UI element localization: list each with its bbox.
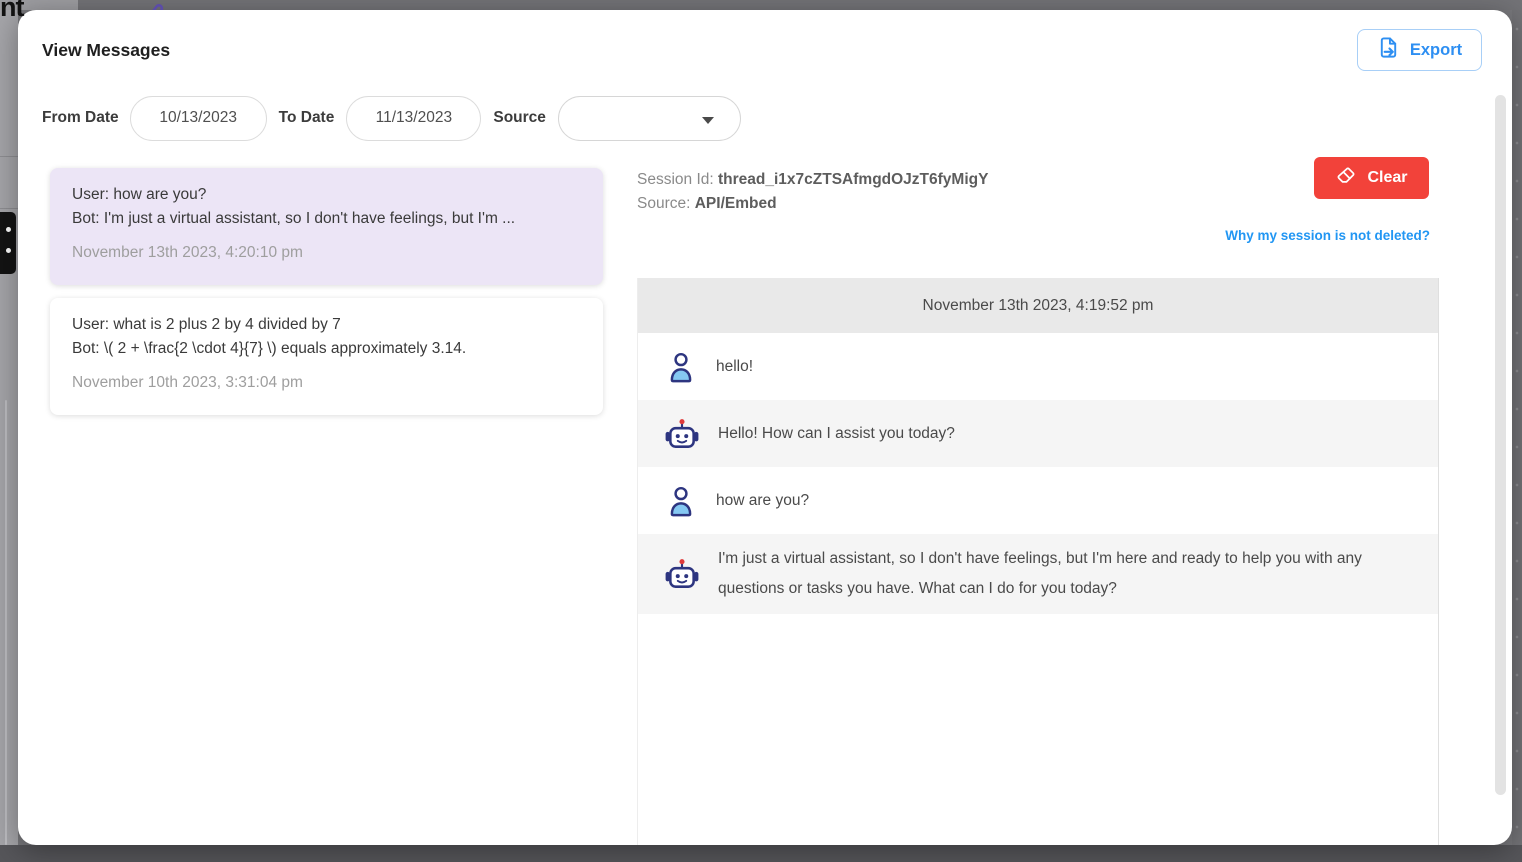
chat-transcript: November 13th 2023, 4:19:52 pm hello! [637,278,1439,845]
background-divider [0,208,18,209]
clear-button[interactable]: Clear [1314,157,1429,199]
background-bottom-strip [0,845,1522,862]
session-id-label: Session Id: [637,171,714,188]
background-divider [0,156,18,157]
background-left-strip [0,10,18,845]
conversation-list: User: how are you? Bot: I'm just a virtu… [50,168,603,428]
chat-message-user: how are you? [638,467,1438,534]
source-label: Source [493,109,546,127]
chevron-down-icon [702,117,714,124]
session-not-deleted-link[interactable]: Why my session is not deleted? [637,228,1430,243]
background-top-strip [78,0,1522,10]
to-date-label: To Date [279,109,335,127]
background-right-strip [1512,10,1522,845]
chat-message-text: I'm just a virtual assistant, so I don't… [718,544,1412,604]
session-info: Session Id: thread_i1x7cZTSAfmgdOJzT6fyM… [637,168,988,216]
background-app-icon [0,212,16,274]
to-date-input[interactable] [346,96,481,141]
conversation-list-item[interactable]: User: how are you? Bot: I'm just a virtu… [50,168,603,285]
background-panel-border [5,400,7,845]
chat-message-bot: I'm just a virtual assistant, so I don't… [638,534,1438,614]
bot-avatar-icon [664,557,700,591]
chat-message-user: hello! [638,333,1438,400]
modal-scrollbar-thumb[interactable] [1495,95,1506,795]
bot-avatar-icon [664,417,700,451]
from-date-input[interactable] [130,96,267,141]
conversation-list-item[interactable]: User: what is 2 plus 2 by 4 divided by 7… [50,298,603,415]
clear-button-label: Clear [1367,169,1407,187]
session-id-value: thread_i1x7cZTSAfmgdOJzT6fyMigY [718,171,988,188]
conversation-user-preview: User: what is 2 plus 2 by 4 divided by 7 [72,313,581,337]
screen: nt View Messages Export [0,0,1522,862]
edit-pencil-icon [139,0,165,10]
export-button[interactable]: Export [1357,29,1482,71]
chat-message-bot: Hello! How can I assist you today? [638,400,1438,467]
user-avatar-icon [664,485,698,517]
chat-message-text: hello! [716,352,753,382]
session-source-label: Source: [637,195,690,212]
user-avatar-icon [664,351,698,383]
conversation-user-preview: User: how are you? [72,183,581,207]
export-file-icon [1377,36,1400,64]
source-select[interactable] [558,96,741,141]
filter-bar: From Date To Date Source [42,95,741,141]
page-title: View Messages [42,40,170,61]
background-logo-fragment: nt [0,0,23,23]
view-messages-modal: View Messages Export From Date To Date S… [18,10,1512,845]
chat-date-header: November 13th 2023, 4:19:52 pm [638,278,1438,333]
conversation-timestamp: November 13th 2023, 4:20:10 pm [72,244,581,262]
conversation-timestamp: November 10th 2023, 3:31:04 pm [72,374,581,392]
conversation-bot-preview: Bot: I'm just a virtual assistant, so I … [72,207,581,231]
export-button-label: Export [1410,41,1462,60]
chat-message-text: how are you? [716,486,809,516]
conversation-bot-preview: Bot: \( 2 + \frac{2 \cdot 4}{7} \) equal… [72,337,581,361]
eraser-icon [1335,165,1357,192]
from-date-label: From Date [42,109,119,127]
session-source-value: API/Embed [695,195,777,212]
chat-message-text: Hello! How can I assist you today? [718,419,955,449]
